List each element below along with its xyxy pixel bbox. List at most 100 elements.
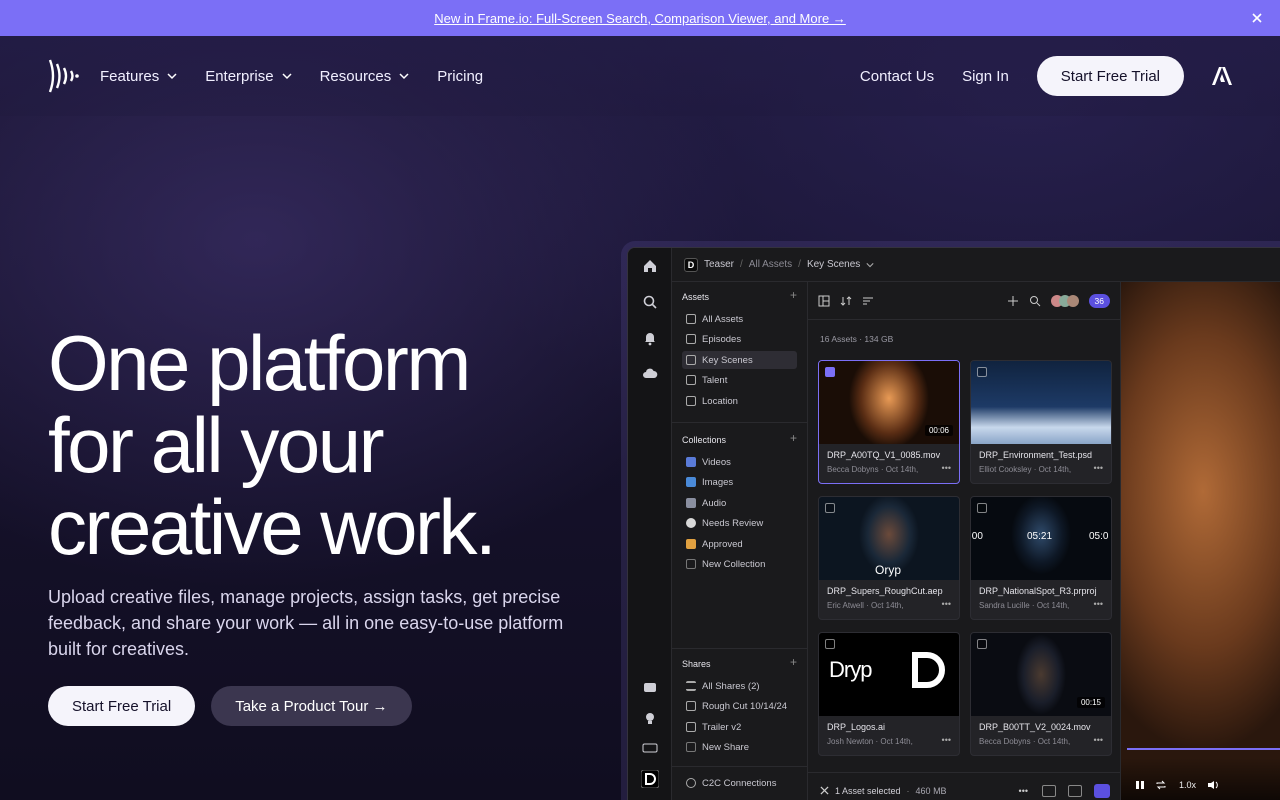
playback-progress[interactable] [1127,748,1280,750]
asset-thumbnail: Oryp [819,497,959,580]
sidebar-item-approved[interactable]: Approved [682,535,797,553]
sidebar-item-label: All Assets [702,313,744,325]
more-options-icon[interactable]: ••• [942,735,951,745]
sidebar-item-key-scenes[interactable]: Key Scenes [682,351,797,369]
playback-speed[interactable]: 1.0x [1179,780,1196,790]
asset-author: Becca Dobyns [979,737,1031,746]
cloud-icon [686,778,696,788]
hero-title: One platform for all your creative work. [48,322,608,568]
asset-card[interactable]: :00 05:21 05:0 DRP_NationalSpot_R3.prpro… [970,496,1112,620]
audio-icon [686,498,696,508]
more-options-icon[interactable]: ••• [1094,599,1103,609]
frameio-logo-icon[interactable] [48,58,80,94]
add-icon[interactable] [1007,295,1019,307]
loop-icon[interactable] [1155,780,1167,790]
asset-checkbox[interactable] [825,639,835,649]
asset-date: Oct 14th, [1037,737,1071,746]
sidebar-item-trailer-v2[interactable]: Trailer v2 [682,718,797,736]
close-icon[interactable] [820,786,829,795]
nav-pricing[interactable]: Pricing [437,68,483,85]
start-free-trial-nav-button[interactable]: Start Free Trial [1036,56,1184,96]
asset-card[interactable]: Dryp DRP_Logos.ai Josh Newton · Oct 14th… [818,632,960,756]
asset-thumbnail: Dryp [819,633,959,716]
sidebar-item-episodes[interactable]: Episodes [682,330,797,348]
add-asset-icon[interactable]: + [790,288,797,302]
nav-enterprise-label: Enterprise [205,67,274,85]
sidebar-item-new-collection[interactable]: New Collection [682,555,797,573]
add-collection-icon[interactable]: + [790,431,797,445]
asset-grid-area: 36 16 Assets · 134 GB 00:06 DRP_A00TQ_V1… [808,282,1120,800]
nav-features[interactable]: Features [100,68,177,85]
sidebar-item-images[interactable]: Images [682,473,797,491]
start-free-trial-button[interactable]: Start Free Trial [48,686,196,726]
add-share-icon[interactable]: + [790,655,797,669]
folder-icon [686,396,696,406]
more-options-icon[interactable]: ••• [942,463,951,473]
nav-resources[interactable]: Resources [320,68,410,85]
sidebar-item-all-shares[interactable]: All Shares (2) [682,677,797,695]
contact-us-link[interactable]: Contact Us [860,68,934,85]
adobe-logo-icon[interactable] [1212,67,1232,85]
sidebar-item-needs-review[interactable]: Needs Review [682,514,797,532]
asset-checkbox[interactable] [825,503,835,513]
close-icon[interactable] [1248,9,1266,27]
sidebar-item-all-assets[interactable]: All Assets [682,310,797,328]
app-screenshot: D Teaser / All Assets / Key Scenes Asset… [627,247,1280,800]
asset-checkbox[interactable] [977,639,987,649]
chevron-down-icon [282,73,292,80]
share-icon [686,722,696,732]
app-sidebar: Assets + All Assets Episodes Key Scenes … [672,282,808,800]
asset-author: Josh Newton [827,737,874,746]
product-tour-button[interactable]: Take a Product Tour → [211,686,412,726]
sidebar-item-label: Episodes [702,333,742,345]
more-options-icon[interactable]: ••• [1019,786,1028,796]
member-count-badge[interactable]: 36 [1088,293,1110,308]
folder-icon [686,314,696,324]
announcement-link[interactable]: New in Frame.io: Full-Screen Search, Com… [434,11,846,26]
asset-date: Oct 14th, [1036,601,1070,610]
sidebar-item-videos[interactable]: Videos [682,453,797,471]
sidebar-item-rough-cut[interactable]: Rough Cut 10/14/24 [682,697,797,715]
search-icon[interactable] [1029,295,1041,307]
sidebar-item-c2c[interactable]: C2C Connections [682,774,797,792]
asset-date: Oct 14th, [1038,465,1072,474]
sidebar-item-location[interactable]: Location [682,392,797,410]
chevron-down-icon [866,262,874,267]
asset-checkbox[interactable] [825,367,835,377]
layout-icon[interactable] [818,295,830,307]
sidebar-item-label: New Share [702,741,749,753]
share-button-icon[interactable] [1094,783,1110,798]
more-options-icon[interactable]: ••• [942,599,951,609]
asset-card[interactable]: 00:15 DRP_B00TT_V2_0024.mov Becca Dobyns… [970,632,1112,756]
sort-icon[interactable] [840,295,852,307]
breadcrumb-project[interactable]: Teaser [704,259,734,270]
more-options-icon[interactable]: ••• [1094,463,1103,473]
asset-card[interactable]: DRP_Environment_Test.psd Elliot Cooksley… [970,360,1112,484]
pause-icon[interactable] [1135,780,1145,790]
sidebar-item-label: Key Scenes [702,354,753,366]
sidebar-item-talent[interactable]: Talent [682,371,797,389]
asset-checkbox[interactable] [977,503,987,513]
asset-card[interactable]: Oryp DRP_Supers_RoughCut.aep Eric Atwell… [818,496,960,620]
app-rail [628,248,672,800]
assets-summary: 16 Assets · 134 GB [820,334,894,344]
nav-enterprise[interactable]: Enterprise [205,67,292,85]
video-player[interactable]: 1.0x [1120,282,1280,800]
hero-title-line: One platform [48,319,471,407]
bell-icon [645,333,655,346]
sign-in-link[interactable]: Sign In [962,68,1009,85]
filter-icon[interactable] [862,295,874,307]
asset-checkbox[interactable] [977,367,987,377]
eyes-icon [686,518,696,528]
compare-icon[interactable] [1042,784,1056,797]
member-avatars[interactable] [1050,294,1079,307]
breadcrumb-current[interactable]: Key Scenes [807,259,860,270]
sidebar-item-audio[interactable]: Audio [682,494,797,512]
download-icon[interactable] [1068,784,1082,797]
more-options-icon[interactable]: ••• [1094,735,1103,745]
asset-author: Becca Dobyns [827,465,879,474]
asset-card[interactable]: 00:06 DRP_A00TQ_V1_0085.mov Becca Dobyns… [818,360,960,484]
breadcrumb-middle[interactable]: All Assets [749,259,792,270]
volume-icon[interactable] [1207,780,1219,790]
sidebar-item-new-share[interactable]: New Share [682,738,797,756]
